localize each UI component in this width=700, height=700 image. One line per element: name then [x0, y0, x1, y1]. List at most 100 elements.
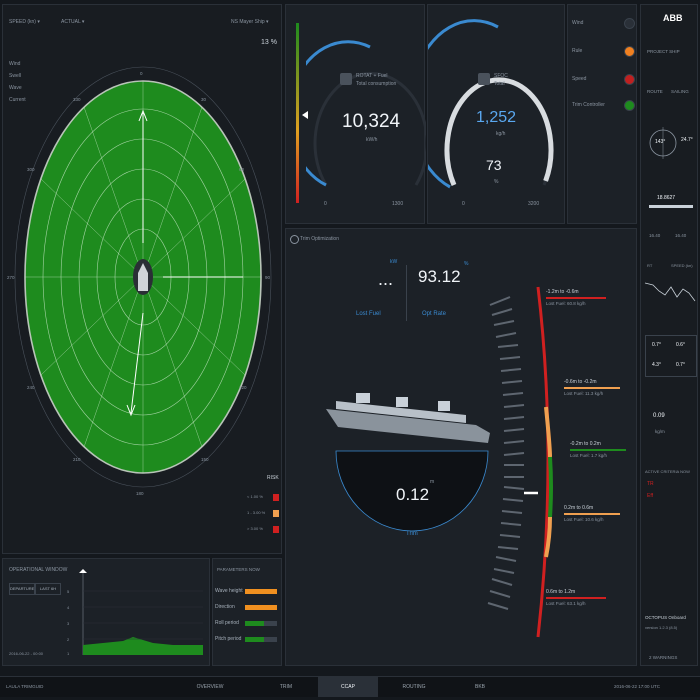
- grid-cell: 4.3°: [652, 362, 661, 368]
- svg-text:330: 330: [73, 97, 81, 102]
- project-label: PROJECT SHIP: [647, 49, 680, 54]
- speed-value: 18.8627: [657, 195, 676, 201]
- status-panel: Wind Rule Speed Trim Controller: [567, 4, 637, 224]
- trim-title: Trim Optimization: [300, 236, 339, 242]
- status-indicator: [624, 100, 635, 111]
- parameters-panel: PARAMETERS NOW Wave height Direction Rol…: [212, 558, 282, 666]
- status-item[interactable]: Speed: [568, 73, 638, 87]
- param-label: Direction: [215, 604, 235, 610]
- svg-text:0: 0: [140, 71, 143, 76]
- nav-left-label: LAULA TRIMGUID: [6, 684, 44, 689]
- svg-text:120: 120: [239, 385, 247, 390]
- risk-label: > 3.00 %: [247, 526, 263, 531]
- nav-tab-overview[interactable]: OVERVIEW: [180, 677, 240, 697]
- trim-range-item[interactable]: -1.2m to -0.6m Lost Fuel: 60.8 kg/h: [546, 289, 628, 317]
- trim-range-item[interactable]: -0.2m to 0.2m Lost Fuel: 1.7 kg/h: [570, 441, 634, 469]
- fuel-gauge-arc: [306, 40, 426, 187]
- risk-item[interactable]: < 1.00 %: [247, 493, 279, 503]
- svg-text:150: 150: [201, 457, 209, 462]
- sfoc-min: 0: [462, 201, 465, 207]
- mini-chart-label-left: RT: [647, 263, 653, 268]
- sfoc-unit: kg/h: [496, 131, 506, 137]
- param-track: [245, 637, 277, 642]
- trim-panel: Trim Optimization ... kW Lost Fuel 93.12…: [285, 228, 637, 666]
- tab-sailing[interactable]: SAILING: [671, 89, 689, 94]
- value-grid: 0.7° 0.6° 4.3° 0.7°: [645, 335, 697, 377]
- param-fill: [245, 605, 277, 610]
- sfoc-icon: [478, 73, 490, 85]
- onboard-version: version 1.2.3 (8.5): [645, 625, 678, 630]
- svg-text:90: 90: [265, 275, 271, 280]
- risk-item[interactable]: > 3.00 %: [247, 525, 279, 535]
- param-row: Pitch period: [213, 635, 281, 644]
- sfoc-gauge-panel: SFOC Total 1,252 kg/h 73 % 0 3200: [427, 4, 565, 224]
- heading-value: 143°: [655, 139, 666, 145]
- nav-clock: 2016-06-22 17:00 UTC: [614, 684, 661, 689]
- departure-button[interactable]: DEPARTURE: [9, 583, 35, 595]
- grid-cell: 0.7°: [652, 342, 661, 348]
- nav-tab-ccap[interactable]: CCAP: [318, 677, 378, 697]
- sfoc-gauge-arc: [428, 19, 554, 189]
- param-row: Direction: [213, 603, 281, 612]
- value-dropdown[interactable]: ACTUAL: [61, 19, 84, 25]
- ship-dropdown[interactable]: NS Mayer Ship: [231, 19, 269, 25]
- opt-rate-label: Opt Rate: [422, 311, 447, 317]
- range-fuel: Lost Fuel: 60.8 kg/h: [546, 301, 586, 306]
- window-area-chart[interactable]: [73, 569, 209, 659]
- gauge-max: 1300: [392, 201, 404, 207]
- sfoc-value: 1,252: [476, 109, 517, 126]
- range-bar: [570, 449, 626, 451]
- param-track: [245, 621, 277, 626]
- status-item[interactable]: Rule: [568, 45, 638, 59]
- nav-tab-trim[interactable]: TRIM: [256, 677, 316, 697]
- trim-range-item[interactable]: 0.6m to 1.2m Lost Fuel: 63.1 kg/h: [546, 589, 628, 617]
- nav-tab-routing[interactable]: ROUTING: [384, 677, 444, 697]
- onboard-title: OCTOPUS Onboard: [645, 615, 686, 620]
- trim-label: Trim: [406, 531, 418, 537]
- sfoc-subtitle: Total: [494, 81, 505, 87]
- lost-fuel-unit: kW: [390, 259, 398, 265]
- warnings-badge[interactable]: 2 WARNINGS: [649, 655, 677, 660]
- svg-text:300: 300: [27, 167, 35, 172]
- mini-chart-label-right: SPEED (kn): [671, 263, 693, 268]
- svg-text:270: 270: [7, 275, 15, 280]
- range-fuel: Lost Fuel: 1.7 kg/h: [570, 453, 608, 458]
- risk-swatch: [273, 510, 279, 517]
- speed-mini-chart: [644, 282, 696, 302]
- speed-right: 16.40: [675, 233, 687, 238]
- gauge-title: ROTAT + Fuel: [356, 73, 388, 79]
- y-label: 4: [67, 605, 70, 610]
- param-row: Wave height: [213, 587, 281, 596]
- gauge-subtitle: Total consumption: [356, 81, 397, 87]
- speed-left: 16.40: [649, 233, 661, 238]
- range-fuel: Lost Fuel: 10.6 kg/h: [564, 517, 604, 522]
- mode-dropdown[interactable]: SPEED (kn): [9, 19, 40, 25]
- range-text: 0.2m to 0.6m: [564, 505, 594, 511]
- range-bar: [546, 297, 606, 299]
- status-indicator: [624, 74, 635, 85]
- risk-label: < 1.00 %: [247, 494, 263, 499]
- risk-item[interactable]: 1 - 3.00 %: [247, 509, 279, 519]
- fuel-gauge-panel: ROTAT + Fuel Total consumption 10,324 kW…: [285, 4, 426, 224]
- status-label: Trim Controller: [572, 102, 605, 108]
- range-text: 0.6m to 1.2m: [546, 589, 576, 595]
- trim-range-item[interactable]: 0.2m to 0.6m Lost Fuel: 10.6 kg/h: [564, 505, 634, 533]
- risk-title: RISK: [267, 475, 279, 481]
- risk-swatch: [273, 526, 279, 533]
- operational-window-panel: OPERATIONAL WINDOW DEPARTURE LAST 6H 201…: [2, 558, 210, 666]
- kpi-divider: [406, 265, 407, 321]
- tab-route[interactable]: ROUTE: [647, 89, 663, 94]
- range-fuel: Lost Fuel: 63.1 kg/h: [546, 601, 586, 606]
- svg-text:240: 240: [27, 385, 35, 390]
- risk-swatch: [273, 494, 279, 501]
- y-label: 5: [67, 589, 70, 594]
- range-text: -1.2m to -0.6m: [546, 289, 579, 295]
- nav-tab-bkb[interactable]: BKB: [450, 677, 510, 697]
- status-item[interactable]: Wind: [568, 17, 638, 31]
- last-6h-button[interactable]: LAST 6H: [35, 583, 61, 595]
- polar-radar-chart[interactable]: 0 180 90 270 30 60 120 150 210 240 300 3…: [3, 63, 283, 543]
- trim-range-item[interactable]: -0.6m to -0.2m Lost Fuel: 11.3 kg/h: [564, 379, 634, 407]
- status-item[interactable]: Trim Controller: [568, 99, 638, 113]
- active-criteria-item: Eff: [647, 493, 654, 499]
- param-fill: [245, 621, 265, 626]
